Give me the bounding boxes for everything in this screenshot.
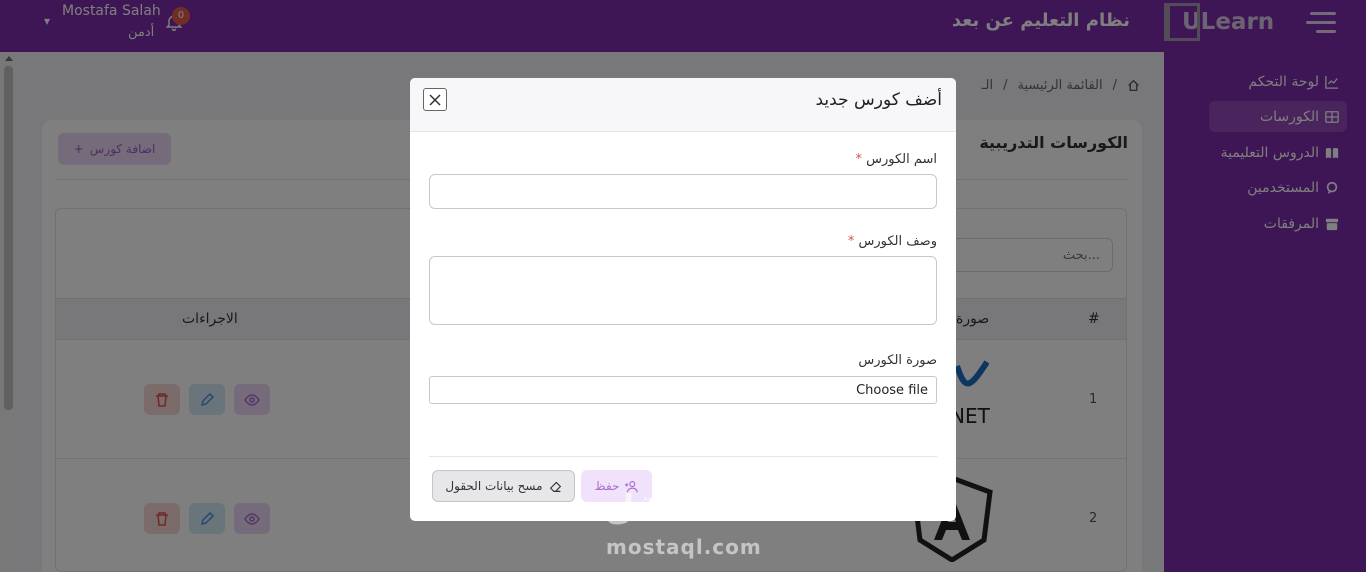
required-marker: * [847,234,855,249]
course-image-label: صورة الكورس [858,353,937,368]
choose-file-button[interactable]: Choose file [856,383,928,398]
course-description-label: * وصف الكورس [847,234,937,249]
eraser-icon [549,481,561,492]
course-image-file-input[interactable]: Choose file [429,376,937,404]
required-marker: * [855,152,862,167]
course-name-label: * اسم الكورس [855,152,937,167]
close-icon [429,93,441,106]
modal-header: أضف كورس جديد [410,78,956,132]
footer-divider [429,456,937,457]
watermark-latin: mostaql.com [606,535,762,559]
watermark-arabic: مستقل [605,488,730,528]
course-name-input[interactable] [429,174,937,209]
close-button[interactable] [423,88,447,111]
add-course-modal: أضف كورس جديد * اسم الكورس * وصف الكورس … [410,78,956,521]
course-description-input[interactable] [429,256,937,325]
modal-title: أضف كورس جديد [815,90,943,110]
clear-fields-button[interactable]: مسح بيانات الحقول [432,470,575,502]
